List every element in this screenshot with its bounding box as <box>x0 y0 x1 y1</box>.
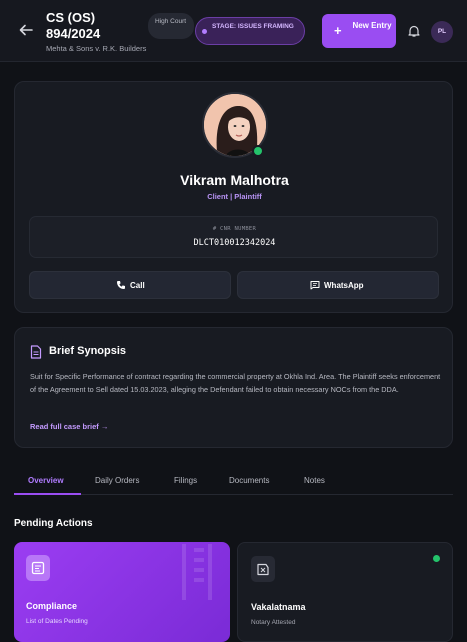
client-name: Vikram Malhotra <box>180 172 289 188</box>
vakalatnama-title: Vakalatnama <box>251 602 306 612</box>
client-profile-card: Vikram Malhotra Client | Plaintiff # CNR… <box>14 81 453 313</box>
cnr-label: # CNR NUMBER <box>30 226 439 232</box>
new-entry-label: New Entry <box>352 21 392 30</box>
bell-icon[interactable] <box>407 24 421 38</box>
compliance-subtitle: List of Dates Pending <box>26 618 88 625</box>
compliance-card[interactable]: Compliance List of Dates Pending <box>14 542 230 642</box>
case-tabs: Overview Daily Orders Filings Documents … <box>14 471 453 495</box>
hash-icon: # <box>212 226 221 232</box>
chat-icon <box>310 281 320 290</box>
plus-icon: + <box>334 23 342 38</box>
synopsis-text: Suit for Specific Performance of contrac… <box>30 372 441 394</box>
cnr-label-text: CNR NUMBER <box>220 226 257 232</box>
tab-overview[interactable]: Overview <box>28 476 64 485</box>
cnr-box: # CNR NUMBER DLCT010012342024 <box>29 216 438 258</box>
synopsis-title: Brief Synopsis <box>49 345 127 357</box>
vakalatnama-card[interactable]: Vakalatnama Notary Attested <box>237 542 453 642</box>
whatsapp-button[interactable]: WhatsApp <box>237 271 439 299</box>
status-dot <box>433 555 440 562</box>
case-parties: Mehta & Sons v. R.K. Builders <box>46 44 147 53</box>
court-badge: High Court <box>148 13 194 39</box>
call-button[interactable]: Call <box>29 271 231 299</box>
tab-filings[interactable]: Filings <box>174 476 197 485</box>
client-role: Client | Plaintiff <box>207 192 262 201</box>
case-number: CS (OS) 894/2024 <box>46 10 101 41</box>
read-full-brief-link[interactable]: Read full case brief → <box>30 422 108 431</box>
phone-icon <box>117 281 125 289</box>
brief-synopsis-card: Brief Synopsis Suit for Specific Perform… <box>14 327 453 448</box>
stage-label: STAGE: ISSUES FRAMING <box>212 23 294 30</box>
pending-actions-title: Pending Actions <box>14 518 93 529</box>
stamp-icon <box>251 556 275 582</box>
tab-notes[interactable]: Notes <box>304 476 325 485</box>
back-arrow-icon[interactable] <box>18 22 34 38</box>
user-avatar[interactable]: PL <box>431 21 453 43</box>
document-icon <box>30 345 42 359</box>
new-entry-button[interactable]: + New Entry <box>322 14 396 48</box>
tab-daily-orders[interactable]: Daily Orders <box>95 476 139 485</box>
checklist-icon <box>26 555 50 581</box>
online-status-indicator <box>252 145 264 157</box>
stage-dot-icon <box>202 29 207 34</box>
whatsapp-label: WhatsApp <box>324 281 364 290</box>
decorative-pattern <box>182 544 212 600</box>
cnr-value: DLCT010012342024 <box>193 238 276 248</box>
call-label: Call <box>130 281 145 290</box>
active-tab-indicator <box>14 493 81 495</box>
app-header: CS (OS) 894/2024 Mehta & Sons v. R.K. Bu… <box>0 0 467 62</box>
tab-documents[interactable]: Documents <box>229 476 269 485</box>
compliance-title: Compliance <box>26 601 78 611</box>
stage-badge: STAGE: ISSUES FRAMING <box>195 17 305 45</box>
